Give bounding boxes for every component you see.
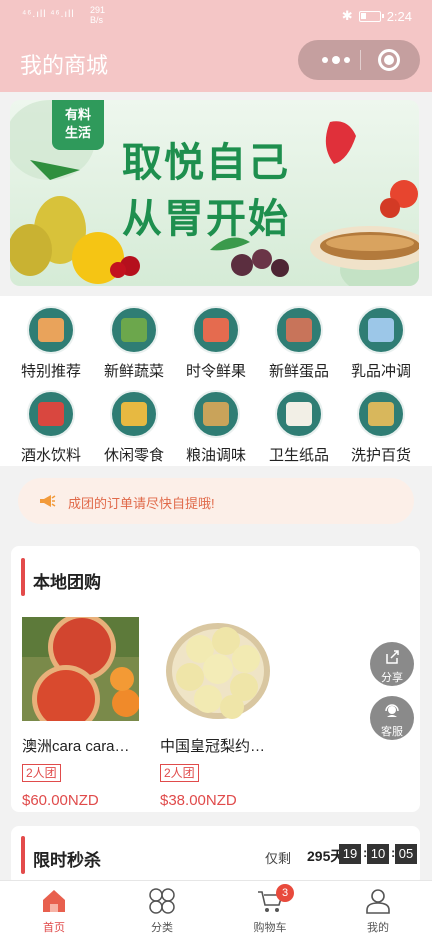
category-label: 新鲜蔬菜 [103, 363, 164, 380]
service-label: 客服 [381, 726, 403, 738]
pears-image [160, 617, 277, 721]
product-name: 澳洲cara cara… [22, 738, 130, 755]
product-name: 中国皇冠梨约… [160, 738, 266, 755]
notice-bar[interactable]: 成团的订单请尽快自提哦! [18, 478, 414, 524]
category-label: 新鲜蛋品 [268, 363, 329, 380]
clock: 2:24 [386, 8, 412, 24]
network-speed-value: 291 [90, 5, 106, 15]
bluetooth-icon: ✱ [341, 8, 353, 23]
group-tag: 2人团 [160, 764, 199, 782]
category-icon [192, 306, 240, 354]
product-card[interactable]: 中国皇冠梨约… 2人团 $38.00NZD [160, 617, 278, 809]
status-bar: ⁴⁶.ıll ⁴⁶.ıll 291 B/s ✱ 2:24 [0, 0, 432, 30]
battery-icon [358, 10, 384, 22]
section-accent-bar [21, 836, 25, 874]
more-menu-button[interactable] [314, 40, 358, 80]
category-icon [149, 888, 175, 914]
signal-indicator: ⁴⁶.ıll ⁴⁶.ıll [22, 9, 75, 20]
product-price: $38.00NZD [160, 792, 237, 809]
category-label: 粮油调味 [185, 447, 246, 464]
category-icon [357, 390, 405, 438]
promo-banner[interactable]: 有料 生活 取悦自己 从胃开始 [10, 100, 419, 286]
tab-cart[interactable]: 购物车 [216, 881, 324, 936]
category-item[interactable]: 粮油调味 [173, 384, 259, 464]
category-label: 时令鲜果 [185, 363, 246, 380]
badge-line-1: 有料 [64, 107, 91, 122]
countdown-hours: 19 [339, 844, 361, 864]
tab-label: 分类 [151, 922, 173, 934]
page-title: 我的商城 [20, 53, 109, 78]
share-label: 分享 [381, 672, 403, 684]
close-miniprogram-button[interactable] [378, 49, 400, 71]
banner-slogan-line-1: 取悦自己 [122, 141, 290, 185]
category-icon [110, 390, 158, 438]
category-icon [357, 306, 405, 354]
tab-mine[interactable]: 我的 [324, 881, 432, 936]
category-label: 酒水饮料 [20, 447, 81, 464]
status-right: ✱ 2:24 [342, 8, 412, 24]
flash-sale-section: 限时秒杀 仅剩 295天 19 : 10 : 05 [11, 826, 420, 886]
section-title: 限时秒杀 [33, 851, 101, 870]
tab-bar: 首页 分类 购物车 我的 [0, 880, 432, 936]
category-item[interactable]: 休闲零食 [91, 384, 177, 464]
grapefruit-image [22, 617, 139, 721]
category-item[interactable]: 洗护百货 [338, 384, 424, 464]
notice-text: 成团的订单请尽快自提哦! [68, 496, 215, 511]
tab-category[interactable]: 分类 [108, 881, 216, 936]
category-item[interactable]: 乳品冲调 [338, 300, 424, 380]
category-item[interactable]: 酒水饮料 [8, 384, 94, 464]
tab-home[interactable]: 首页 [0, 881, 108, 936]
user-icon [366, 889, 390, 914]
dot-icon [344, 57, 350, 63]
product-image [22, 617, 139, 721]
category-item[interactable]: 时令鲜果 [173, 300, 259, 380]
category-icon [110, 306, 158, 354]
network-speed-unit: B/s [90, 15, 104, 25]
product-price: $60.00NZD [22, 792, 99, 809]
section-accent-bar [21, 558, 25, 596]
countdown-minutes: 10 [367, 844, 389, 864]
home-icon [43, 890, 65, 912]
banner-slogan-line-2: 从胃开始 [122, 197, 290, 241]
category-icon [27, 306, 75, 354]
dot-icon [322, 57, 328, 63]
category-icon [275, 390, 323, 438]
customer-service-button[interactable]: 客服 [370, 696, 414, 740]
category-icon [275, 306, 323, 354]
tab-label: 购物车 [253, 922, 287, 934]
cart-count-badge: 3 [276, 884, 294, 902]
category-label: 乳品冲调 [350, 363, 411, 380]
tab-label: 首页 [43, 922, 65, 934]
countdown-label: 仅剩 [265, 851, 292, 866]
category-grid: 特别推荐 新鲜蔬菜 时令鲜果 新鲜蛋品 乳品冲调 酒水饮料 休闲零食 粮油调味 … [0, 296, 432, 466]
category-item[interactable]: 特别推荐 [8, 300, 94, 380]
dot-icon [332, 56, 340, 64]
tab-label: 我的 [367, 922, 389, 934]
capsule-divider [360, 50, 361, 70]
category-item[interactable]: 卫生纸品 [256, 384, 342, 464]
headset-icon [385, 704, 399, 717]
category-label: 休闲零食 [103, 447, 164, 464]
category-item[interactable]: 新鲜蔬菜 [91, 300, 177, 380]
badge-line-2: 生活 [64, 125, 91, 140]
share-icon [386, 650, 399, 664]
group-buy-section: 本地团购 澳洲cara cara… 2人团 $60.00NZD 中国皇冠梨约… … [11, 546, 420, 812]
category-label: 特别推荐 [20, 363, 81, 380]
countdown-seconds: 05 [395, 844, 417, 864]
category-label: 卫生纸品 [268, 447, 329, 464]
category-label: 洗护百货 [350, 447, 411, 464]
top-bar: ⁴⁶.ıll ⁴⁶.ıll 291 B/s ✱ 2:24 我的商城 [0, 0, 432, 92]
product-image [160, 617, 277, 721]
group-tag: 2人团 [22, 764, 61, 782]
network-speed: 291 B/s [90, 5, 105, 25]
miniprogram-capsule [298, 40, 420, 80]
category-icon [192, 390, 240, 438]
section-title: 本地团购 [33, 573, 101, 592]
share-button[interactable]: 分享 [370, 642, 414, 686]
megaphone-icon [40, 495, 56, 507]
category-item[interactable]: 新鲜蛋品 [256, 300, 342, 380]
banner-badge: 有料 生活 [52, 100, 104, 150]
product-card[interactable]: 澳洲cara cara… 2人团 $60.00NZD [22, 617, 140, 809]
category-icon [27, 390, 75, 438]
